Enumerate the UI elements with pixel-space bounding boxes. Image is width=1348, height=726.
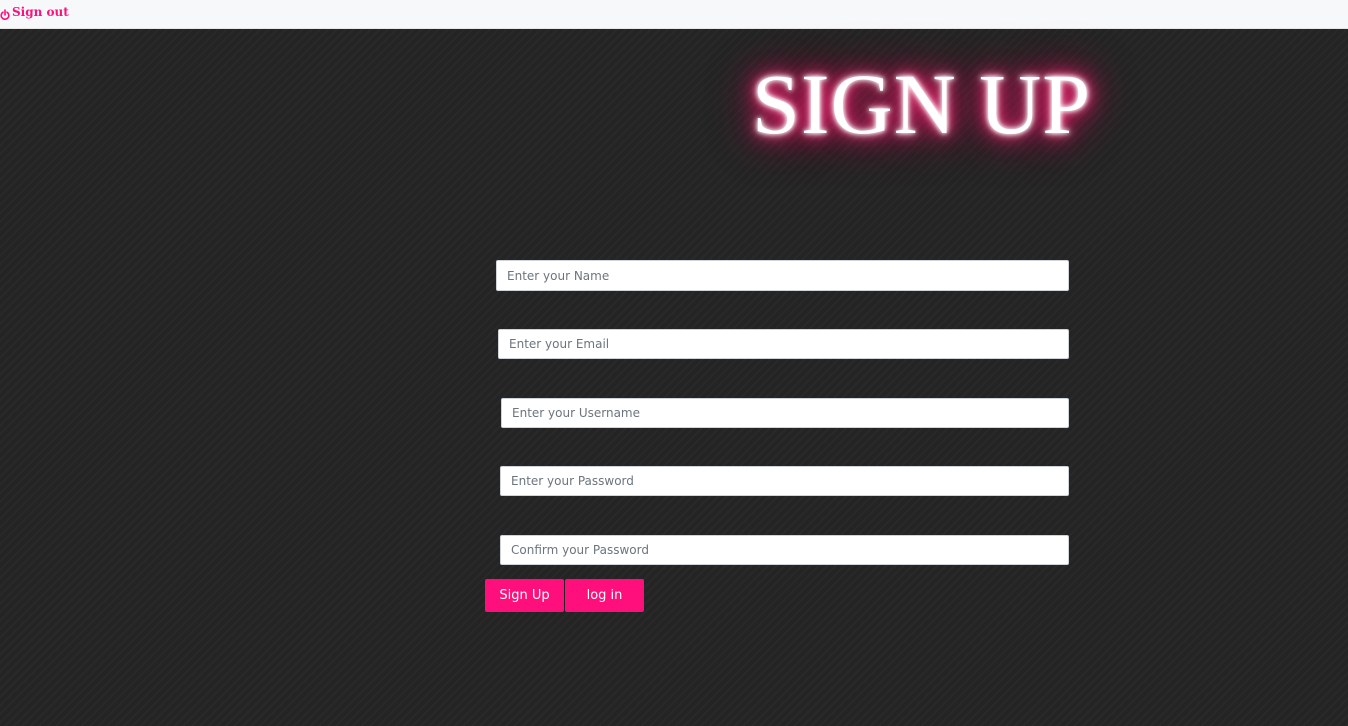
power-icon: [0, 6, 10, 20]
password-input[interactable]: [500, 466, 1069, 496]
sign-out-link[interactable]: Sign out: [0, 5, 69, 20]
sign-up-button[interactable]: Sign Up: [485, 579, 564, 612]
name-input[interactable]: [496, 260, 1069, 291]
sign-out-label: Sign out: [12, 5, 69, 19]
log-in-button[interactable]: log in: [565, 579, 644, 612]
username-input[interactable]: [501, 398, 1069, 428]
top-bar: Sign out: [0, 0, 1348, 29]
email-input[interactable]: [498, 329, 1069, 359]
page-title: SIGN UP: [752, 56, 1092, 152]
confirm-password-input[interactable]: [500, 535, 1069, 565]
